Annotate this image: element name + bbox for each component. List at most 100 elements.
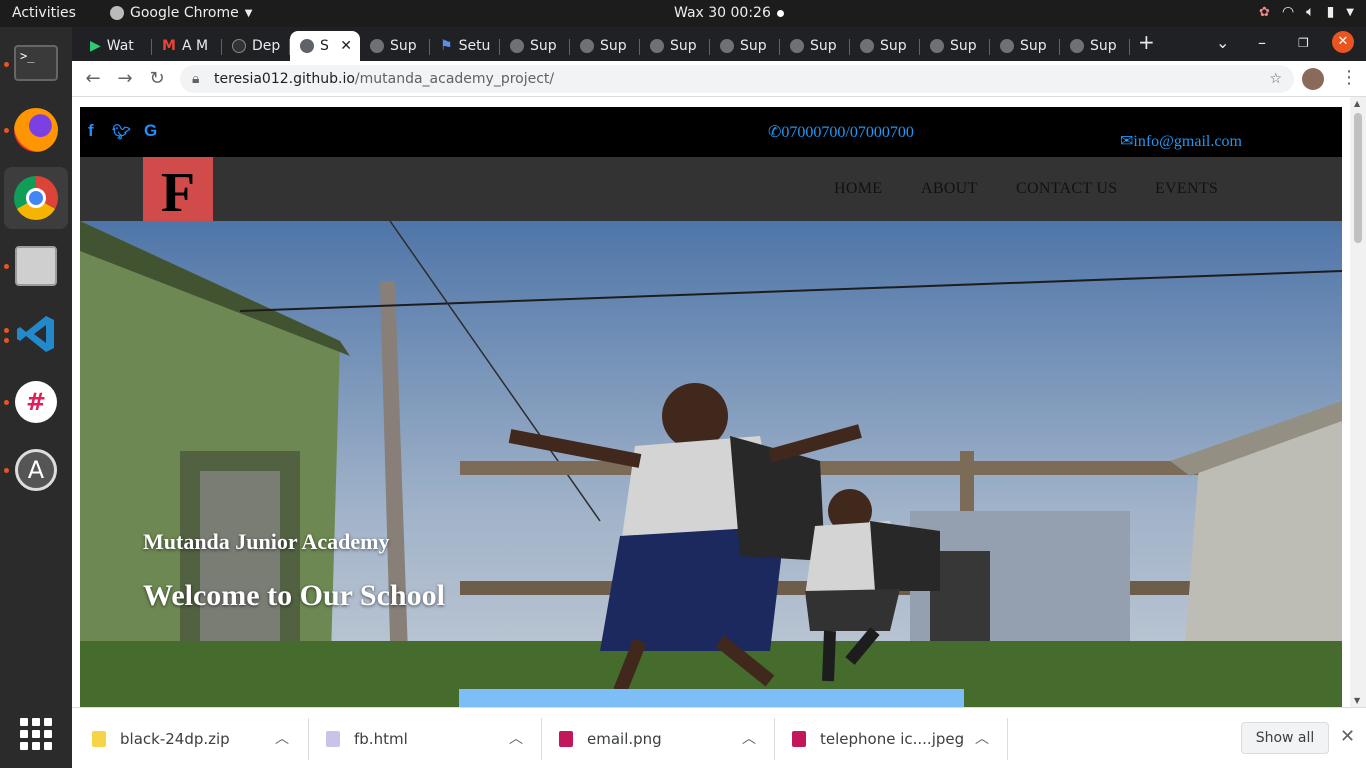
chrome-launcher[interactable] xyxy=(4,167,68,229)
nav-contact-us[interactable]: CONTACT US xyxy=(1016,180,1117,198)
site-logo[interactable]: F xyxy=(143,157,213,224)
tab[interactable]: MA M xyxy=(152,31,222,61)
bookmark-star-icon[interactable]: ☆ xyxy=(1269,65,1282,93)
globe-icon xyxy=(1000,39,1014,53)
accessibility-icon: ✿ xyxy=(1259,4,1270,20)
image-file-icon xyxy=(792,730,806,747)
tab[interactable]: Sup xyxy=(500,31,570,61)
vscode-launcher[interactable] xyxy=(4,303,68,365)
back-button[interactable]: ← xyxy=(82,68,104,90)
chevron-up-icon[interactable]: ︿ xyxy=(275,728,289,748)
scrollbar-thumb[interactable] xyxy=(1354,113,1362,243)
main-nav: F HOME ABOUT CONTACT US EVENTS xyxy=(80,157,1342,224)
close-tab-icon[interactable]: ✕ xyxy=(340,38,352,54)
tab-search-icon[interactable]: ⌄ xyxy=(1216,33,1229,52)
tab[interactable]: Sup xyxy=(710,31,780,61)
tab[interactable]: Sup xyxy=(360,31,430,61)
activities-button[interactable]: Activities xyxy=(12,5,76,21)
nav-home[interactable]: HOME xyxy=(834,180,882,198)
nav-about[interactable]: ABOUT xyxy=(921,180,978,198)
download-item[interactable]: email.png ︿ xyxy=(559,708,774,769)
address-bar[interactable]: 🔒︎ teresia012.github.io/mutanda_academy_… xyxy=(180,65,1294,93)
slack-launcher[interactable]: # xyxy=(4,371,68,433)
toolbar: ← → ↻ 🔒︎ teresia012.github.io/mutanda_ac… xyxy=(72,61,1366,97)
tab[interactable]: Sup xyxy=(640,31,710,61)
files-launcher[interactable] xyxy=(4,235,68,297)
tab[interactable]: ▶ Wat xyxy=(80,31,152,61)
new-tab-button[interactable]: + xyxy=(1138,30,1155,54)
tab-label: Sup xyxy=(740,38,767,54)
zip-file-icon xyxy=(92,730,106,747)
tab[interactable]: Sup xyxy=(990,31,1060,61)
globe-icon xyxy=(720,39,734,53)
facebook-icon[interactable]: f xyxy=(88,121,94,141)
tab[interactable]: Sup xyxy=(780,31,850,61)
scroll-down-icon[interactable]: ▼ xyxy=(1354,696,1360,705)
download-item[interactable]: fb.html ︿ xyxy=(326,708,541,769)
clock[interactable]: Wax 30 00:26 xyxy=(674,5,771,21)
tab[interactable]: Dep xyxy=(222,31,290,61)
website: f 🐦︎ G ✆07000700/07000700 ✉info@gmail.co… xyxy=(80,107,1342,707)
show-applications-button[interactable] xyxy=(20,718,52,750)
twitter-icon[interactable]: 🐦︎ xyxy=(112,123,131,141)
tab[interactable]: Sup xyxy=(570,31,640,61)
tab[interactable]: Sup xyxy=(850,31,920,61)
page-scrollbar[interactable]: ▲ ▼ xyxy=(1350,97,1366,707)
software-updater-icon: A xyxy=(15,449,57,491)
tab-label: Sup xyxy=(810,38,837,54)
envelope-icon: ✉ xyxy=(1120,133,1134,150)
chevron-up-icon[interactable]: ︿ xyxy=(742,728,756,748)
phone-number: 07000700/07000700 xyxy=(781,124,914,141)
avatar[interactable] xyxy=(1302,68,1324,90)
download-item[interactable]: black-24dp.zip ︿ xyxy=(92,708,307,769)
nav-events[interactable]: EVENTS xyxy=(1155,180,1218,198)
download-filename: email.png xyxy=(587,729,662,748)
chevron-up-icon[interactable]: ︿ xyxy=(509,728,523,748)
scroll-up-icon[interactable]: ▲ xyxy=(1354,99,1360,108)
close-window-icon[interactable]: ✕ xyxy=(1332,31,1354,53)
software-updater-launcher[interactable]: A xyxy=(4,439,68,501)
system-tray[interactable]: ✿ ◠ 🔈︎ ▮ ▼ xyxy=(1259,4,1354,20)
forward-button[interactable]: → xyxy=(114,68,136,90)
page-viewport: f 🐦︎ G ✆07000700/07000700 ✉info@gmail.co… xyxy=(72,97,1366,707)
battery-icon: ▮ xyxy=(1326,4,1335,20)
tab-label: Sup xyxy=(600,38,627,54)
reload-button[interactable]: ↻ xyxy=(146,68,168,90)
menu-icon[interactable]: ⋮ xyxy=(1340,67,1358,88)
hero-action-button[interactable] xyxy=(459,689,964,707)
download-shelf: black-24dp.zip ︿ fb.html ︿ email.png ︿ t… xyxy=(72,707,1366,768)
close-shelf-icon[interactable]: ✕ xyxy=(1340,726,1355,747)
image-file-icon xyxy=(559,730,573,747)
vscode-icon xyxy=(17,316,54,352)
chrome-icon xyxy=(14,176,58,220)
globe-icon xyxy=(790,39,804,53)
restore-icon[interactable]: ❐ xyxy=(1298,36,1309,50)
minimize-icon[interactable]: – xyxy=(1258,33,1266,52)
volume-icon: 🔈︎ xyxy=(1306,4,1315,20)
tab-label: Sup xyxy=(390,38,417,54)
globe-icon xyxy=(300,39,314,53)
terminal-icon: >_ xyxy=(14,45,58,81)
tab-strip: ▶ Wat MA M Dep S ✕ Sup ⚑ Setu Sup Sup Sup S… xyxy=(72,27,1366,61)
tab[interactable]: Sup xyxy=(1060,31,1130,61)
wifi-icon: ◠ xyxy=(1281,4,1295,20)
show-all-button[interactable]: Show all xyxy=(1241,722,1329,754)
hero-banner: Mutanda Junior Academy Welcome to Our Sc… xyxy=(80,221,1342,707)
download-item[interactable]: telephone ic....jpeg ︿ xyxy=(792,708,1007,769)
phone-link[interactable]: ✆07000700/07000700 xyxy=(768,122,914,142)
tab[interactable]: Sup xyxy=(920,31,990,61)
globe-icon xyxy=(860,39,874,53)
terminal-launcher[interactable]: >_ xyxy=(4,32,68,94)
chrome-icon xyxy=(110,6,124,20)
tab-active[interactable]: S ✕ xyxy=(290,31,360,61)
app-menu[interactable]: Google Chrome ▼ xyxy=(110,5,252,21)
globe-icon xyxy=(1070,39,1084,53)
chevron-up-icon[interactable]: ︿ xyxy=(975,728,989,748)
email-link[interactable]: ✉info@gmail.com xyxy=(1120,131,1242,151)
gmail-icon: M xyxy=(162,38,176,54)
html-file-icon xyxy=(326,730,340,747)
tab-label: Sup xyxy=(950,38,977,54)
firefox-launcher[interactable] xyxy=(4,99,68,161)
tab[interactable]: ⚑ Setu xyxy=(430,31,500,61)
google-icon[interactable]: G xyxy=(144,121,157,141)
